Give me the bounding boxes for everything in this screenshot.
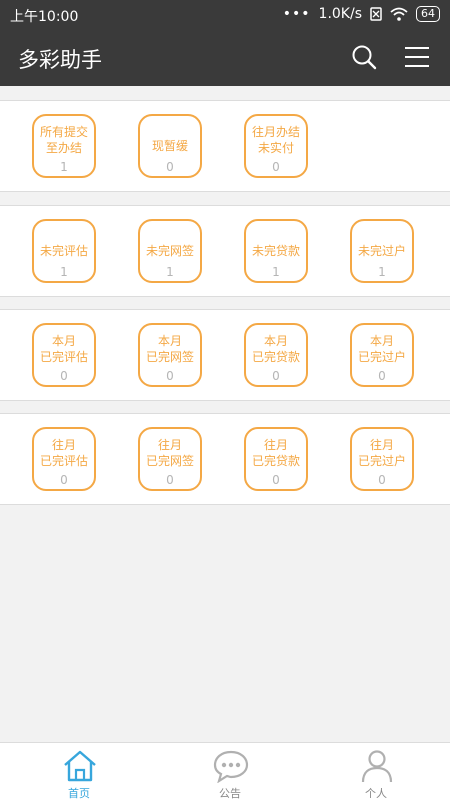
tile-count: 0 bbox=[272, 473, 280, 487]
tile-month-transfer[interactable]: 本月 已完过户 0 bbox=[350, 323, 414, 387]
tile-month-loan[interactable]: 本月 已完贷款 0 bbox=[244, 323, 308, 387]
tile-suspended[interactable]: 现暂缓 0 bbox=[138, 114, 202, 178]
tile-incomplete-transfer[interactable]: 未完过户 1 bbox=[350, 219, 414, 283]
tile-label: 未完评估 bbox=[39, 244, 88, 258]
tile-count: 0 bbox=[60, 473, 68, 487]
tile-count: 1 bbox=[166, 265, 174, 279]
app-bar: 多彩助手 bbox=[0, 30, 450, 86]
tile-label: 往月办结 未实付 bbox=[251, 125, 300, 155]
tile-count: 0 bbox=[166, 160, 174, 174]
tile-label: 所有提交 至办结 bbox=[39, 125, 88, 155]
tile-count: 0 bbox=[378, 473, 386, 487]
tile-count: 1 bbox=[60, 265, 68, 279]
search-icon[interactable] bbox=[350, 43, 378, 71]
tile-label: 未完过户 bbox=[357, 244, 406, 258]
tile-past-unpaid[interactable]: 往月办结 未实付 0 bbox=[244, 114, 308, 178]
person-icon bbox=[361, 750, 393, 783]
tile-label: 未完网签 bbox=[145, 244, 194, 258]
tile-count: 0 bbox=[166, 369, 174, 383]
more-dots-icon: ••• bbox=[282, 6, 311, 22]
tile-label: 现暂缓 bbox=[151, 139, 188, 153]
tile-past-loan[interactable]: 往月 已完贷款 0 bbox=[244, 427, 308, 491]
tile-label: 往月 已完贷款 bbox=[251, 438, 300, 468]
tile-all-submitted[interactable]: 所有提交 至办结 1 bbox=[32, 114, 96, 178]
section-overview: 所有提交 至办结 1 现暂缓 0 往月办结 未实付 0 bbox=[0, 100, 450, 192]
status-bar: 上午10:00 ••• 1.0K/s 64 bbox=[0, 0, 450, 30]
tab-home[interactable]: 首页 bbox=[4, 743, 154, 801]
tile-count: 0 bbox=[272, 369, 280, 383]
tab-label: 公告 bbox=[219, 787, 241, 800]
section-this-month: 本月 已完评估 0 本月 已完网签 0 本月 已完贷款 0 本月 已完过户 0 bbox=[0, 309, 450, 401]
tile-past-contract[interactable]: 往月 已完网签 0 bbox=[138, 427, 202, 491]
tile-count: 0 bbox=[60, 369, 68, 383]
tab-announcements[interactable]: 公告 bbox=[155, 743, 305, 801]
tile-count: 0 bbox=[166, 473, 174, 487]
home-icon bbox=[64, 750, 96, 782]
tile-label: 往月 已完过户 bbox=[357, 438, 406, 468]
tile-month-contract[interactable]: 本月 已完网签 0 bbox=[138, 323, 202, 387]
chat-bubble-icon bbox=[213, 750, 249, 783]
tile-incomplete-loan[interactable]: 未完贷款 1 bbox=[244, 219, 308, 283]
bottom-tab-bar: 首页 公告 个人 bbox=[0, 742, 450, 801]
tile-label: 本月 已完评估 bbox=[39, 334, 88, 364]
app-title: 多彩助手 bbox=[18, 48, 102, 72]
tab-profile[interactable]: 个人 bbox=[301, 743, 450, 801]
wifi-icon bbox=[390, 7, 408, 21]
section-incomplete: 未完评估 1 未完网签 1 未完贷款 1 未完过户 1 bbox=[0, 205, 450, 297]
battery-indicator: 64 bbox=[416, 6, 440, 22]
no-sim-icon bbox=[370, 7, 382, 21]
tile-count: 1 bbox=[60, 160, 68, 174]
tile-past-assessment[interactable]: 往月 已完评估 0 bbox=[32, 427, 96, 491]
tile-count: 1 bbox=[378, 265, 386, 279]
menu-icon[interactable] bbox=[404, 46, 430, 68]
status-indicators: ••• 1.0K/s 64 bbox=[283, 6, 440, 22]
tile-count: 0 bbox=[378, 369, 386, 383]
tile-past-transfer[interactable]: 往月 已完过户 0 bbox=[350, 427, 414, 491]
network-speed: 1.0K/s bbox=[318, 6, 362, 22]
tile-count: 0 bbox=[272, 160, 280, 174]
tile-label: 未完贷款 bbox=[251, 244, 300, 258]
tile-label: 往月 已完网签 bbox=[145, 438, 194, 468]
tab-label: 首页 bbox=[68, 787, 90, 800]
section-past-months: 往月 已完评估 0 往月 已完网签 0 往月 已完贷款 0 往月 已完过户 0 bbox=[0, 413, 450, 505]
tile-incomplete-assessment[interactable]: 未完评估 1 bbox=[32, 219, 96, 283]
tile-label: 本月 已完网签 bbox=[145, 334, 194, 364]
tab-label: 个人 bbox=[365, 787, 387, 800]
tile-label: 本月 已完过户 bbox=[357, 334, 406, 364]
tile-label: 本月 已完贷款 bbox=[251, 334, 300, 364]
tile-label: 往月 已完评估 bbox=[39, 438, 88, 468]
status-time: 上午10:00 bbox=[10, 9, 79, 25]
tile-month-assessment[interactable]: 本月 已完评估 0 bbox=[32, 323, 96, 387]
tile-incomplete-contract[interactable]: 未完网签 1 bbox=[138, 219, 202, 283]
tile-count: 1 bbox=[272, 265, 280, 279]
